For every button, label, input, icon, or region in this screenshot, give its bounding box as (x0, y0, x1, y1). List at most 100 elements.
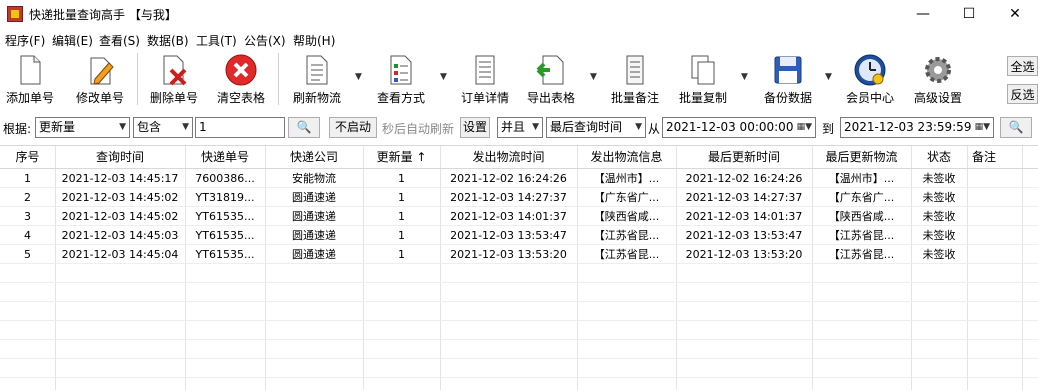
cell-sent-info: 【江苏省昆... (593, 229, 660, 242)
chevron-down-icon: ▼ (119, 122, 126, 132)
edit-number-button[interactable]: 修改单号 (74, 51, 126, 109)
header-last-update-info[interactable]: 最后更新物流 (812, 146, 911, 168)
cell-status: 未签收 (922, 191, 956, 204)
header-tracking-number[interactable]: 快递单号 (185, 146, 265, 168)
cell-courier: 圆通速递 (292, 248, 336, 261)
chevron-down-icon: ▼ (182, 122, 189, 132)
view-mode-button[interactable]: 查看方式 (374, 51, 428, 109)
row-divider (0, 320, 1038, 321)
backup-data-button[interactable]: 备份数据 (760, 51, 816, 109)
header-sent-info[interactable]: 发出物流信息 (577, 146, 676, 168)
table-row[interactable]: 2 2021-12-03 14:45:02 YT31819... 圆通速递 1 … (0, 188, 1038, 207)
row-divider (0, 358, 1038, 359)
minimize-button[interactable]: — (900, 0, 946, 29)
cell-last-update-time: 2021-12-03 13:53:47 (685, 229, 803, 242)
cell-last-update-info: 【温州市】... (828, 172, 895, 185)
maximize-button[interactable]: ☐ (946, 0, 992, 29)
header-sent-time[interactable]: 发出物流时间 (440, 146, 577, 168)
export-dropdown-icon[interactable]: ▼ (590, 72, 597, 82)
menu-edit[interactable]: 编辑(E) (52, 32, 93, 49)
table-row[interactable]: 4 2021-12-03 14:45:03 YT61535... 圆通速递 1 … (0, 226, 1038, 245)
cell-update-count: 1 (398, 191, 405, 204)
list-document-icon (306, 55, 328, 85)
cell-sent-time: 2021-12-03 14:01:37 (450, 210, 567, 223)
cell-tracking-number: YT61535... (195, 229, 255, 242)
menu-data[interactable]: 数据(B) (147, 32, 189, 49)
cell-sent-time: 2021-12-03 13:53:47 (450, 229, 567, 242)
from-date-picker[interactable]: 2021-12-03 00:00:00 ▦▼ (662, 117, 816, 138)
export-table-button[interactable]: 导出表格 (524, 51, 578, 109)
filter-operator-select[interactable]: 包含 ▼ (133, 117, 193, 138)
cell-courier: 安能物流 (292, 172, 336, 185)
cell-remark (967, 169, 1022, 188)
cell-update-count: 1 (398, 172, 405, 185)
header-query-time[interactable]: 查询时间 (55, 146, 185, 168)
header-remark[interactable]: 备注 (967, 146, 1001, 168)
menu-notice[interactable]: 公告(X) (244, 32, 286, 49)
cell-courier: 圆通速递 (292, 210, 336, 223)
batch-note-button[interactable]: 批量备注 (608, 51, 662, 109)
cell-sent-time: 2021-12-03 13:53:20 (450, 248, 567, 261)
select-all-button[interactable]: 全选 (1007, 56, 1038, 76)
cell-query-time: 2021-12-03 14:45:02 (61, 191, 179, 204)
member-center-button[interactable]: 会员中心 (842, 51, 898, 109)
cell-status: 未签收 (922, 248, 956, 261)
table-row[interactable]: 1 2021-12-03 14:45:17 7600386... 安能物流 1 … (0, 169, 1038, 188)
row-divider (0, 339, 1038, 340)
close-button[interactable]: ✕ (992, 0, 1038, 29)
batch-copy-button[interactable]: 批量复制 (676, 51, 730, 109)
cell-remark (967, 188, 1022, 207)
table-row[interactable]: 3 2021-12-03 14:45:02 YT61535... 圆通速递 1 … (0, 207, 1038, 226)
filter-field-select[interactable]: 更新量 ▼ (35, 117, 130, 138)
menu-tools[interactable]: 工具(T) (196, 32, 237, 49)
delete-number-button[interactable]: 删除单号 (148, 51, 200, 109)
cell-index: 5 (24, 248, 31, 261)
header-update-count[interactable]: 更新量 ↑ (363, 146, 440, 168)
view-mode-dropdown-icon[interactable]: ▼ (440, 72, 447, 82)
header-index[interactable]: 序号 (0, 146, 55, 168)
header-courier[interactable]: 快递公司 (265, 146, 363, 168)
auto-refresh-toggle-button[interactable]: 不启动 (329, 117, 377, 138)
clear-table-button[interactable]: 清空表格 (214, 51, 268, 109)
backup-dropdown-icon[interactable]: ▼ (825, 72, 832, 82)
cell-tracking-number: YT31819... (195, 191, 255, 204)
cell-status: 未签收 (922, 210, 956, 223)
copy-icon (691, 55, 715, 85)
menu-help[interactable]: 帮助(H) (293, 32, 335, 49)
row-divider (0, 301, 1038, 302)
cell-remark (967, 207, 1022, 226)
cell-update-count: 1 (398, 229, 405, 242)
row-divider (0, 377, 1038, 378)
cell-index: 3 (24, 210, 31, 223)
time-search-button[interactable]: 🔍 (1000, 117, 1032, 138)
copy-dropdown-icon[interactable]: ▼ (741, 72, 748, 82)
search-button[interactable]: 🔍 (288, 117, 320, 138)
search-icon: 🔍 (1008, 120, 1024, 134)
floppy-disk-icon (774, 56, 802, 84)
results-table: 序号 查询时间 快递单号 快递公司 更新量 ↑ 发出物流时间 发出物流信息 最后… (0, 145, 1038, 390)
filter-value-input[interactable]: 1 (195, 117, 285, 138)
refresh-dropdown-icon[interactable]: ▼ (355, 72, 362, 82)
table-row[interactable]: 5 2021-12-03 14:45:04 YT61535... 圆通速递 1 … (0, 245, 1038, 264)
menu-program[interactable]: 程序(F) (5, 32, 45, 49)
cell-remark (967, 226, 1022, 245)
cell-courier: 圆通速递 (292, 229, 336, 242)
refresh-logistics-button[interactable]: 刷新物流 (290, 51, 344, 109)
order-detail-button[interactable]: 订单详情 (458, 51, 512, 109)
time-field-select[interactable]: 最后查询时间 ▼ (546, 117, 646, 138)
row-divider (0, 282, 1038, 283)
add-number-button[interactable]: 添加单号 (4, 51, 56, 109)
header-status[interactable]: 状态 (911, 146, 967, 168)
cell-last-update-time: 2021-12-03 14:01:37 (685, 210, 803, 223)
table-header: 序号 查询时间 快递单号 快递公司 更新量 ↑ 发出物流时间 发出物流信息 最后… (0, 146, 1038, 169)
app-icon (7, 6, 23, 22)
advanced-settings-button[interactable]: 高级设置 (910, 51, 966, 109)
logic-select[interactable]: 并且 ▼ (497, 117, 543, 138)
to-date-picker[interactable]: 2021-12-03 23:59:59 ▦▼ (840, 117, 994, 138)
auto-refresh-label: 秒后自动刷新 (382, 122, 455, 136)
invert-selection-button[interactable]: 反选 (1007, 84, 1038, 104)
header-last-update-time[interactable]: 最后更新时间 (676, 146, 812, 168)
menu-view[interactable]: 查看(S) (99, 32, 140, 49)
auto-refresh-settings-button[interactable]: 设置 (460, 117, 490, 138)
export-icon (536, 55, 564, 85)
